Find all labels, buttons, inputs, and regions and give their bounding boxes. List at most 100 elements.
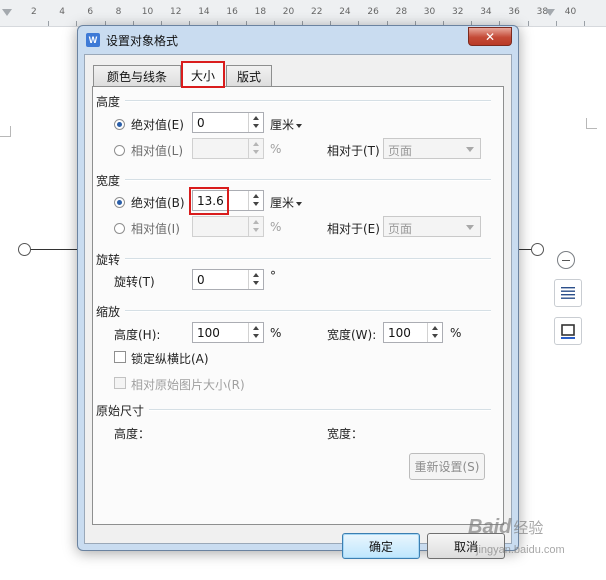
chevron-down-icon <box>466 225 474 230</box>
ruler-tick-label: 18 <box>254 7 267 17</box>
height-unit-dropdown[interactable]: 厘米 <box>270 116 303 133</box>
section-divider <box>125 100 491 102</box>
height-absolute-radio[interactable] <box>114 119 125 130</box>
ruler-tick-label: 24 <box>339 7 351 17</box>
width-absolute-radio[interactable] <box>114 197 125 208</box>
width-relative-to-value: 页面 <box>388 222 413 236</box>
ruler-tick-label: 4 <box>59 7 65 17</box>
height-unit-label: 厘米 <box>270 118 295 132</box>
scale-width-unit: % <box>450 326 462 340</box>
ruler-tick-label: 12 <box>170 7 182 17</box>
scale-height-input[interactable]: 100 <box>192 322 264 343</box>
height-relative-label: 相对值(L) <box>131 144 184 158</box>
ruler-tick-label: 28 <box>395 7 408 17</box>
lock-aspect-label: 锁定纵横比(A) <box>131 352 209 366</box>
ruler-tick <box>48 21 50 26</box>
height-absolute-value: 0 <box>197 116 205 130</box>
image-border-line <box>29 249 79 250</box>
reset-button[interactable]: 重新设置(S) <box>409 453 485 480</box>
original-height-label: 高度： <box>114 427 151 441</box>
rotation-unit: ° <box>270 269 276 283</box>
horizontal-ruler[interactable]: 2 4 6 8 10 12 14 16 18 20 22 24 26 28 30 32 34 36 38 40 <box>0 0 606 27</box>
right-indent-marker[interactable] <box>545 9 555 16</box>
rotation-input[interactable]: 0 <box>192 269 264 290</box>
width-relative-radio[interactable] <box>114 223 125 234</box>
ruler-tick-label: 26 <box>367 7 379 17</box>
ruler-tick-label: 36 <box>508 7 520 17</box>
rotation-value: 0 <box>197 273 205 287</box>
height-relative-radio[interactable] <box>114 145 125 156</box>
scale-height-value: 100 <box>197 326 220 340</box>
width-unit-dropdown[interactable]: 厘米 <box>270 194 303 211</box>
relative-original-checkbox[interactable] <box>114 377 126 389</box>
border-icon <box>561 324 575 339</box>
left-indent-marker[interactable] <box>2 9 12 16</box>
width-section-title: 宽度 <box>96 174 121 188</box>
page-corner-marker <box>0 126 11 137</box>
ruler-tick <box>527 21 529 26</box>
section-divider <box>149 409 491 411</box>
ruler-tick-label: 2 <box>31 7 37 17</box>
height-absolute-label: 绝对值(E) <box>131 118 184 132</box>
section-divider <box>125 310 491 312</box>
height-relative-unit: % <box>270 142 282 156</box>
ok-button[interactable]: 确定 <box>342 533 420 559</box>
scale-width-input[interactable]: 100 <box>383 322 443 343</box>
lock-aspect-checkbox[interactable] <box>114 351 126 363</box>
collapse-icon[interactable] <box>557 251 575 269</box>
ruler-tick-label: 32 <box>452 7 464 17</box>
width-relative-label: 相对值(I) <box>131 222 180 236</box>
chevron-down-icon <box>296 123 303 128</box>
width-relative-unit: % <box>270 220 282 234</box>
height-absolute-input[interactable]: 0 <box>192 112 264 133</box>
tab-color-and-lines[interactable]: 颜色与线条 <box>93 65 181 87</box>
section-divider <box>125 179 491 181</box>
rotation-section-title: 旋转 <box>96 253 121 267</box>
spin-arrows[interactable] <box>248 323 263 342</box>
height-relative-input[interactable] <box>192 138 264 159</box>
spin-arrows[interactable] <box>248 139 263 158</box>
scale-height-label: 高度(H): <box>114 328 161 342</box>
ruler-tick-label: 34 <box>480 7 492 17</box>
height-relative-to-select[interactable]: 页面 <box>383 138 481 159</box>
width-relative-to-select[interactable]: 页面 <box>383 216 481 237</box>
watermark-suffix: 经验 <box>513 520 544 537</box>
spin-arrows[interactable] <box>248 113 263 132</box>
format-object-dialog: W 设置对象格式 ✕ 颜色与线条 大小 版式 高度 绝对值(E) 0 厘米 相对… <box>77 25 519 559</box>
width-relative-input[interactable] <box>192 216 264 237</box>
scale-section-title: 缩放 <box>96 305 121 319</box>
chevron-down-icon <box>296 201 303 206</box>
height-relative-to-value: 页面 <box>388 144 413 158</box>
border-style-button[interactable] <box>554 317 582 345</box>
spin-arrows[interactable] <box>248 217 263 236</box>
width-relative-to-label: 相对于(E) <box>327 222 380 236</box>
text-wrap-button[interactable] <box>554 279 582 307</box>
ruler-tick-label: 8 <box>115 7 122 17</box>
ruler-tick-label: 20 <box>282 7 295 17</box>
resize-handle[interactable] <box>18 243 31 256</box>
ruler-tick-label: 16 <box>226 7 238 17</box>
height-section-title: 高度 <box>96 95 121 109</box>
close-button[interactable]: ✕ <box>468 27 512 46</box>
spin-arrows[interactable] <box>248 191 263 210</box>
wps-app-icon: W <box>86 33 100 47</box>
dialog-titlebar[interactable]: W 设置对象格式 ✕ <box>78 26 518 52</box>
relative-original-label: 相对原始图片大小(R) <box>131 378 245 392</box>
ruler-tick-label: 22 <box>311 7 323 17</box>
dialog-body: 颜色与线条 大小 版式 高度 绝对值(E) 0 厘米 相对值(L) % 相对于(… <box>84 54 512 559</box>
width-unit-label: 厘米 <box>270 196 295 210</box>
ruler-tick-label: 30 <box>423 7 436 17</box>
height-relative-to-label: 相对于(T) <box>327 144 380 158</box>
original-width-label: 宽度： <box>327 427 364 441</box>
baidu-jingyan-watermark: Baid 经验 jingyan.baidu.com <box>468 516 565 556</box>
spin-arrows[interactable] <box>427 323 442 342</box>
width-value-highlight <box>189 187 229 215</box>
text-wrap-icon <box>561 287 575 299</box>
tab-size[interactable]: 大小 <box>181 61 225 88</box>
ruler-tick-label: 40 <box>564 7 577 17</box>
chevron-down-icon <box>466 147 474 152</box>
spin-arrows[interactable] <box>248 270 263 289</box>
resize-handle[interactable] <box>531 243 544 256</box>
size-tab-panel: 高度 绝对值(E) 0 厘米 相对值(L) % 相对于(T) 页面 宽度 绝对值… <box>92 86 504 525</box>
tab-layout[interactable]: 版式 <box>226 65 272 87</box>
